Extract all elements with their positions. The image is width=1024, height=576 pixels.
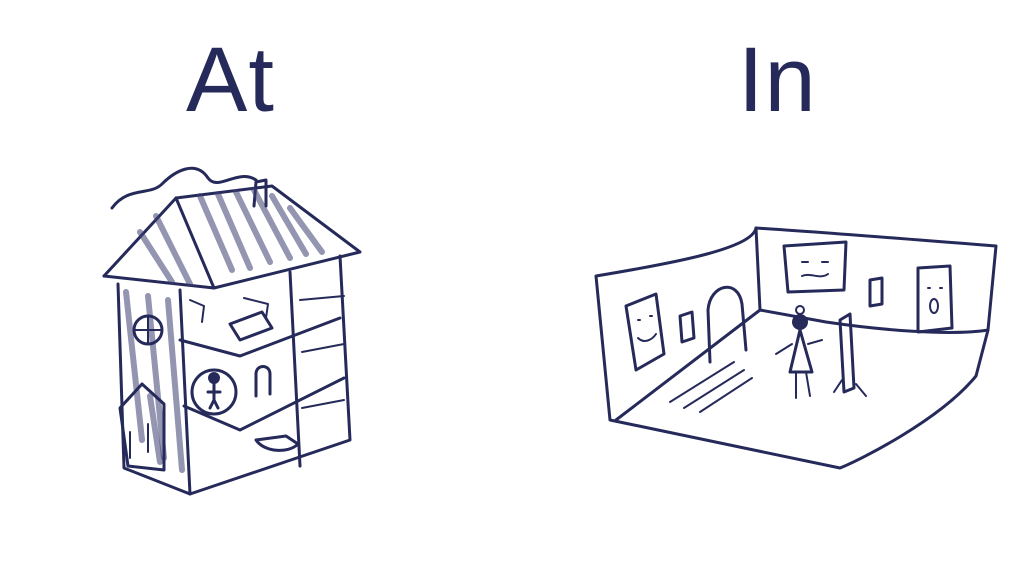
at-panel: At [0,0,480,576]
picture-frame-back [782,240,848,294]
girl-figure [792,314,808,330]
in-panel: In [520,0,1024,576]
room-illustration [594,226,998,470]
picture-frame-left [624,292,666,372]
person-figure [208,372,220,384]
house-illustration [102,166,362,496]
